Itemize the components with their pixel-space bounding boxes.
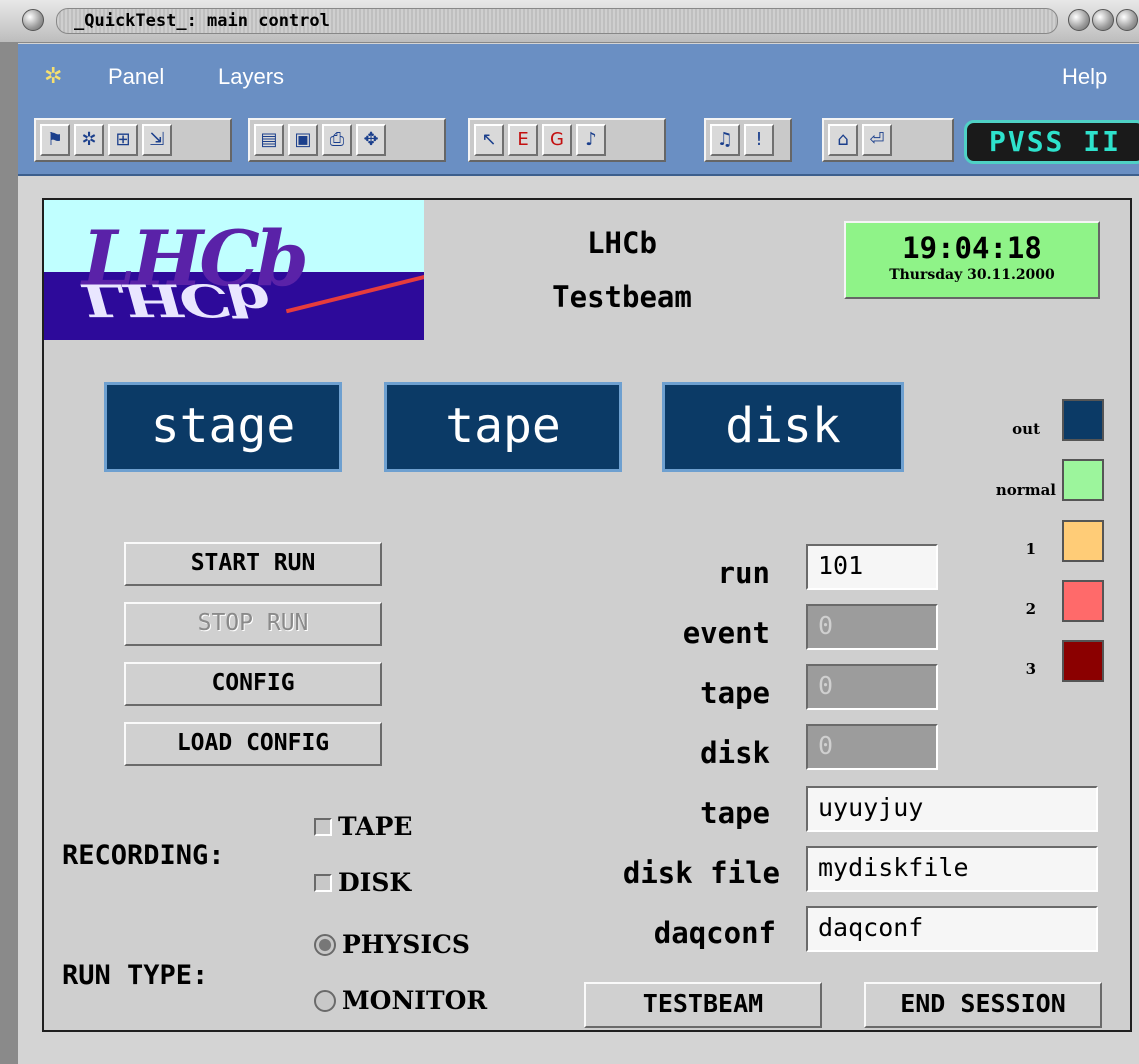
legend-label-normal: normal — [995, 481, 1056, 499]
save-folder-icon[interactable]: ▣ — [288, 124, 318, 156]
end-session-button[interactable]: END SESSION — [864, 982, 1102, 1028]
toolbar-group-nav: ⌂ ⏎ — [822, 118, 954, 162]
panel-open-icon[interactable]: ⚑ — [40, 124, 70, 156]
legend-swatch-2 — [1062, 580, 1104, 622]
monitor-radio[interactable] — [314, 989, 336, 1012]
recording-disk-option[interactable]: DISK — [314, 868, 411, 897]
run-label: run — [717, 556, 770, 590]
panel-new-icon[interactable]: ✲ — [74, 124, 104, 156]
pointer-icon[interactable]: ↖ — [474, 124, 504, 156]
toolbar-group-tools: ↖ E G ♪ — [468, 118, 666, 162]
clock-display: 19:04:18 Thursday 30.11.2000 — [844, 221, 1100, 299]
window-menu-icon[interactable] — [22, 9, 44, 31]
legend-label-2: 2 — [1025, 600, 1036, 618]
legend-swatch-3 — [1062, 640, 1104, 682]
exit-door-icon[interactable]: ⇲ — [142, 124, 172, 156]
print-icon[interactable]: ⎙ — [322, 124, 352, 156]
load-config-button[interactable]: LOAD CONFIG — [124, 722, 382, 766]
recording-label: RECORDING: — [62, 840, 225, 871]
move-icon[interactable]: ✥ — [356, 124, 386, 156]
clock-date: Thursday 30.11.2000 — [889, 267, 1055, 283]
event-field: 0 — [806, 604, 938, 650]
tape-count-field: 0 — [806, 664, 938, 710]
disk-option-label: DISK — [338, 868, 412, 897]
run-type-monitor-option[interactable]: MONITOR — [314, 986, 487, 1015]
window-title: _QuickTest_: main control — [74, 11, 330, 31]
toolbar-group-panels: ⚑ ✲ ⊞ ⇲ — [34, 118, 232, 162]
daqconf-field[interactable]: daqconf — [806, 906, 1098, 952]
legend-swatch-1 — [1062, 520, 1104, 562]
monitor-option-label: MONITOR — [342, 986, 488, 1015]
alert-circle-icon[interactable]: G — [542, 124, 572, 156]
toolbar-group-files: ▤ ▣ ⎙ ✥ — [248, 118, 446, 162]
disk-file-field[interactable]: mydiskfile — [806, 846, 1098, 892]
disk-checkbox[interactable] — [314, 873, 332, 892]
physics-option-label: PHYSICS — [342, 930, 470, 959]
tape-name-field[interactable]: uyuyjuy — [806, 786, 1098, 832]
close-icon[interactable] — [1116, 9, 1138, 31]
disk-file-label: disk file — [622, 856, 780, 890]
stop-run-button[interactable]: STOP RUN — [124, 602, 382, 646]
stage-button[interactable]: stage — [104, 382, 342, 472]
legend-swatch-out — [1062, 399, 1104, 441]
tape-name-label: tape — [700, 796, 770, 830]
menu-help[interactable]: Help — [1062, 64, 1107, 90]
tape-count-label: tape — [700, 676, 770, 710]
legend-label-out: out — [1012, 420, 1040, 438]
menu-layers[interactable]: Layers — [218, 64, 284, 90]
menu-panel[interactable]: Panel — [108, 64, 164, 90]
start-run-button[interactable]: START RUN — [124, 542, 382, 586]
testbeam-button[interactable]: TESTBEAM — [584, 982, 822, 1028]
window-titlebar: _QuickTest_: main control — [0, 0, 1139, 43]
config-button[interactable]: CONFIG — [124, 662, 382, 706]
daqconf-label: daqconf — [653, 916, 776, 950]
menubar: ✲ Panel Layers Help — [18, 44, 1139, 108]
page-title-line1: LHCb — [587, 226, 657, 260]
tree-icon[interactable]: ⊞ — [108, 124, 138, 156]
legend-label-3: 3 — [1025, 660, 1036, 678]
alert-list-icon[interactable]: E — [508, 124, 538, 156]
page-title-line2: Testbeam — [552, 280, 692, 314]
disk-count-field: 0 — [806, 724, 938, 770]
run-type-label: RUN TYPE: — [62, 960, 209, 991]
toolbar-group-audio: ♫ ! — [704, 118, 792, 162]
lhcb-logo: LHCb LHCb — [44, 200, 424, 340]
disk-button[interactable]: disk — [662, 382, 904, 472]
tape-button[interactable]: tape — [384, 382, 622, 472]
tape-checkbox[interactable] — [314, 817, 332, 836]
legend-swatch-normal — [1062, 459, 1104, 501]
event-label: event — [682, 616, 770, 650]
maximize-icon[interactable] — [1092, 9, 1114, 31]
run-type-physics-option[interactable]: PHYSICS — [314, 930, 470, 959]
window-left-edge — [0, 42, 18, 1064]
run-field[interactable]: 101 — [806, 544, 938, 590]
recording-tape-option[interactable]: TAPE — [314, 812, 413, 841]
alarm-ack-icon[interactable]: ! — [744, 124, 774, 156]
sound-off-icon[interactable]: ♫ — [710, 124, 740, 156]
exit-icon[interactable]: ⏎ — [862, 124, 892, 156]
home-icon[interactable]: ⌂ — [828, 124, 858, 156]
clock-time: 19:04:18 — [902, 231, 1042, 265]
tape-option-label: TAPE — [338, 812, 413, 841]
toolbar: ⚑ ✲ ⊞ ⇲ ▤ ▣ ⎙ ✥ ↖ E G ♪ ♫ ! ⌂ ⏎ PVSS II — [18, 108, 1139, 176]
minimize-icon[interactable] — [1068, 9, 1090, 31]
open-folder-icon[interactable]: ▤ — [254, 124, 284, 156]
pvss-logo: PVSS II — [964, 120, 1139, 164]
lhcb-logo-reflection: LHCb — [82, 273, 268, 326]
sound-icon[interactable]: ♪ — [576, 124, 606, 156]
panel-app-icon: ✲ — [44, 64, 63, 89]
disk-count-label: disk — [700, 736, 770, 770]
legend-label-1: 1 — [1025, 540, 1036, 558]
physics-radio[interactable] — [314, 933, 336, 956]
